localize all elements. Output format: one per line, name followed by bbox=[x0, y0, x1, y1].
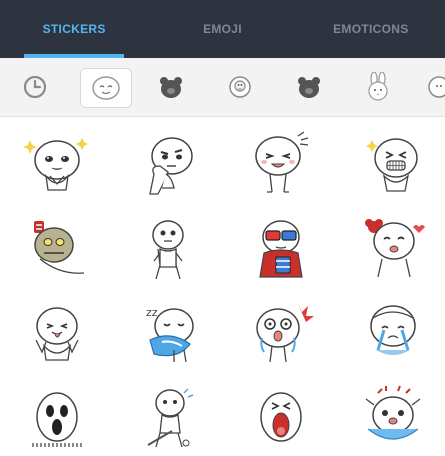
moon-tongue-sticker[interactable] bbox=[12, 295, 102, 371]
rabbit-face-icon[interactable] bbox=[219, 66, 261, 108]
rabbit-face-icon[interactable] bbox=[418, 66, 445, 108]
sticker-category-bar bbox=[0, 58, 445, 117]
moon-crying-sticker[interactable]: zz bbox=[124, 295, 214, 371]
moon-shocked-sticker[interactable] bbox=[236, 295, 326, 371]
moon-cheering-sticker[interactable] bbox=[348, 380, 438, 456]
moon-3d-glasses-sticker[interactable] bbox=[236, 210, 326, 286]
moon-shouting-sticker[interactable] bbox=[236, 380, 326, 456]
tab-emoji[interactable]: EMOJI bbox=[148, 0, 296, 58]
sticker-grid: zz bbox=[0, 117, 445, 453]
brown-bear-icon[interactable] bbox=[150, 66, 192, 108]
moon-grin-sticker[interactable] bbox=[348, 125, 438, 201]
moon-walking-sticker[interactable] bbox=[124, 210, 214, 286]
brown-bear-icon[interactable] bbox=[288, 66, 330, 108]
moon-hearts-sticker[interactable] bbox=[348, 210, 438, 286]
moon-thinking-sticker[interactable] bbox=[124, 125, 214, 201]
top-tab-bar: STICKERS EMOJI EMOTICONS bbox=[0, 0, 445, 59]
moon-golf-sticker[interactable] bbox=[124, 380, 214, 456]
tab-stickers[interactable]: STICKERS bbox=[0, 0, 148, 58]
moon-tears-sticker[interactable] bbox=[348, 295, 438, 371]
moon-robot-sticker[interactable] bbox=[12, 210, 102, 286]
moon-face-icon[interactable] bbox=[80, 68, 132, 108]
cony-rabbit-icon[interactable] bbox=[357, 66, 399, 108]
moon-scream-sticker[interactable] bbox=[12, 380, 102, 456]
recent-clock-icon[interactable] bbox=[14, 66, 56, 108]
svg-text:zz: zz bbox=[146, 306, 158, 319]
moon-sparkle-sticker[interactable] bbox=[12, 125, 102, 201]
tab-emoticons[interactable]: EMOTICONS bbox=[297, 0, 445, 58]
moon-laughing-sticker[interactable] bbox=[236, 125, 326, 201]
